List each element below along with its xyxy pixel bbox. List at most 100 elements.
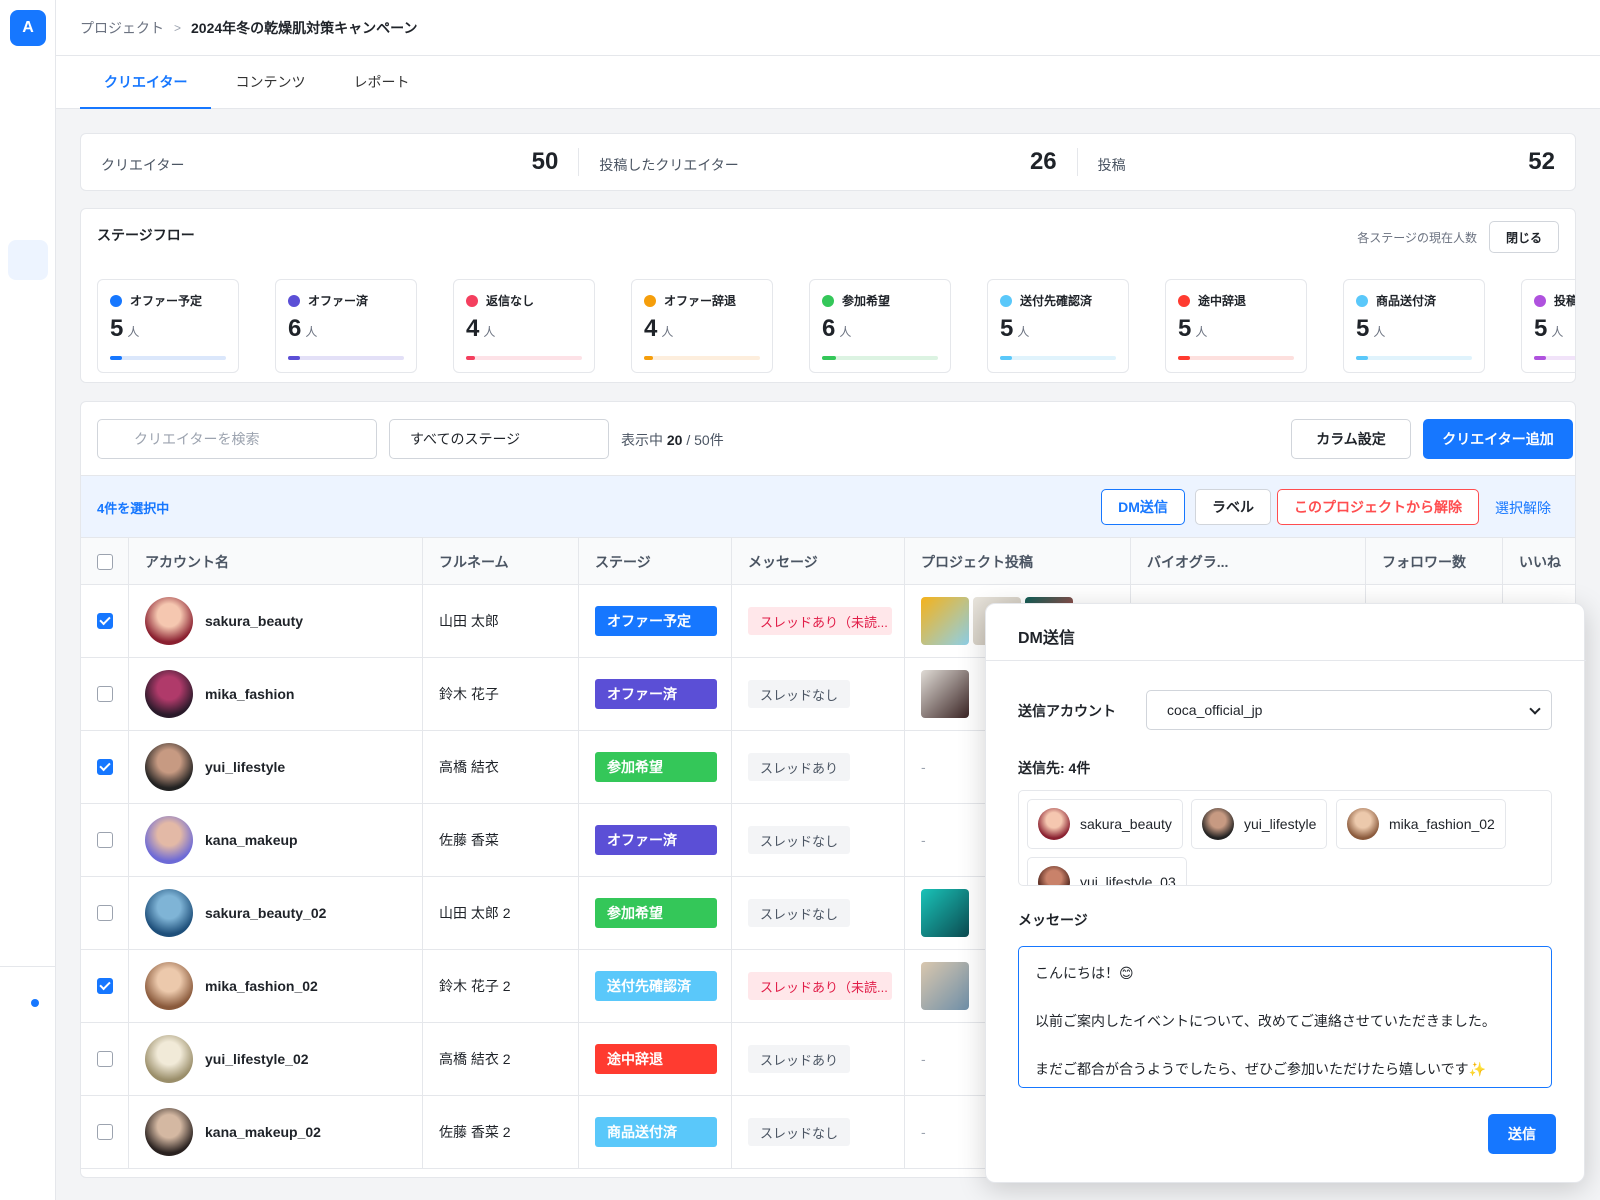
stage-badge[interactable]: 参加希望 (595, 898, 717, 928)
avatar[interactable] (145, 1108, 193, 1156)
post-thumbnail[interactable] (921, 597, 969, 645)
close-stage-flow-button[interactable]: 閉じる (1489, 221, 1559, 253)
sidebar-active-item[interactable] (8, 240, 48, 280)
clear-selection-link[interactable]: 選択解除 (1495, 498, 1551, 518)
avatar[interactable] (145, 670, 193, 718)
stat-value: 52 (1528, 148, 1555, 175)
stage-card-count: 4人 (466, 315, 582, 343)
label-button[interactable]: ラベル (1195, 489, 1271, 525)
tab-report[interactable]: レポート (329, 56, 433, 109)
send-account-label: 送信アカウント (1018, 703, 1116, 719)
stage-card[interactable]: 送付先確認済 5 人 (987, 279, 1129, 373)
column-header[interactable]: フォロワー数 (1366, 538, 1503, 586)
stage-card[interactable]: 商品送付済 5 人 (1343, 279, 1485, 373)
account-name[interactable]: sakura_beauty_02 (205, 905, 326, 921)
send-button[interactable]: 送信 (1488, 1114, 1556, 1154)
avatar[interactable] (145, 816, 193, 864)
account-name[interactable]: kana_makeup_02 (205, 1124, 321, 1140)
column-header[interactable]: アカウント名 (129, 538, 423, 586)
row-checkbox[interactable] (97, 1124, 113, 1140)
message-status-badge[interactable]: スレッドなし (748, 826, 851, 854)
column-header[interactable]: プロジェクト投稿 (905, 538, 1131, 586)
stage-count-value: 5 (1000, 315, 1014, 342)
stage-progress-track (1356, 356, 1472, 360)
message-status-badge[interactable]: スレッドあり（未読... (748, 972, 892, 1000)
stage-badge[interactable]: 送付先確認済 (595, 971, 717, 1001)
recipient-chip[interactable]: sakura_beauty (1027, 799, 1183, 849)
row-checkbox[interactable] (97, 832, 113, 848)
stage-card[interactable]: オファー済 6 人 (275, 279, 417, 373)
stage-card[interactable]: オファー予定 5 人 (97, 279, 239, 373)
account-name[interactable]: sakura_beauty (205, 613, 303, 629)
stage-card[interactable]: 参加希望 6 人 (809, 279, 951, 373)
post-thumbnail[interactable] (921, 670, 969, 718)
message-status-badge[interactable]: スレッドなし (748, 680, 851, 708)
breadcrumb-parent[interactable]: プロジェクト (80, 18, 164, 38)
stage-count-unit: 人 (661, 325, 674, 339)
send-dm-button[interactable]: DM送信 (1101, 489, 1185, 525)
no-posts: - (921, 832, 926, 848)
stage-badge[interactable]: オファー済 (595, 825, 717, 855)
tab-contents[interactable]: コンテンツ (211, 56, 329, 109)
stage-count-value: 5 (1178, 315, 1192, 342)
column-header[interactable]: ステージ (579, 538, 732, 586)
avatar[interactable] (145, 743, 193, 791)
account-name[interactable]: yui_lifestyle_02 (205, 1051, 309, 1067)
stage-badge[interactable]: オファー済 (595, 679, 717, 709)
stat-value: 26 (1029, 148, 1057, 175)
send-account-select[interactable]: coca_official_jp (1146, 690, 1552, 730)
column-settings-button[interactable]: カラム設定 (1291, 419, 1411, 459)
row-checkbox[interactable] (97, 759, 113, 775)
row-checkbox[interactable] (97, 613, 113, 629)
avatar[interactable] (145, 889, 193, 937)
stage-badge[interactable]: オファー予定 (595, 606, 717, 636)
select-all-checkbox[interactable] (97, 554, 113, 570)
stage-card[interactable]: 返信なし 4 人 (453, 279, 595, 373)
account-name[interactable]: mika_fashion_02 (205, 978, 318, 994)
avatar[interactable] (145, 1035, 193, 1083)
post-thumbnail[interactable] (921, 889, 969, 937)
row-checkbox[interactable] (97, 905, 113, 921)
account-name[interactable]: yui_lifestyle (205, 759, 285, 775)
stage-progress-track (1000, 356, 1116, 360)
creator-search-input[interactable]: クリエイターを検索 (97, 419, 377, 459)
sidebar: A (0, 0, 56, 1200)
avatar[interactable] (145, 597, 193, 645)
stage-badge[interactable]: 参加希望 (595, 752, 717, 782)
account-name[interactable]: mika_fashion (205, 686, 294, 702)
recipient-chip[interactable]: mika_fashion_02 (1336, 799, 1506, 849)
account-name[interactable]: kana_makeup (205, 832, 298, 848)
stage-filter-select[interactable]: すべてのステージ (389, 419, 609, 459)
account-cell: mika_fashion (129, 658, 423, 730)
row-checkbox[interactable] (97, 1051, 113, 1067)
full-name: 高橋 結衣 2 (439, 1051, 511, 1067)
stage-badge[interactable]: 途中辞退 (595, 1044, 717, 1074)
message-status-badge[interactable]: スレッドあり（未読... (748, 607, 892, 635)
stage-badge[interactable]: 商品送付済 (595, 1117, 717, 1147)
column-header[interactable]: メッセージ (732, 538, 905, 586)
stage-card-header: 返信なし (466, 292, 582, 309)
row-checkbox[interactable] (97, 978, 113, 994)
remove-from-project-button[interactable]: このプロジェクトから解除 (1277, 489, 1479, 525)
message-status-badge[interactable]: スレッドあり (748, 753, 851, 781)
recipient-chip[interactable]: yui_lifestyle_03 (1027, 857, 1187, 885)
stage-card[interactable]: 途中辞退 5 人 (1165, 279, 1307, 373)
row-checkbox[interactable] (97, 686, 113, 702)
stage-card[interactable]: オファー辞退 4 人 (631, 279, 773, 373)
avatar[interactable] (145, 962, 193, 1010)
stage-flow-card: ステージフロー 各ステージの現在人数 閉じる オファー予定 5 人オファー済 6 人返信… (80, 208, 1576, 383)
app-logo[interactable]: A (10, 10, 46, 46)
message-textarea[interactable]: こんにちは！😊 以前ご案内したイベントについて、改めてご連絡させていただきました。… (1018, 946, 1552, 1088)
post-thumbnail[interactable] (921, 962, 969, 1010)
recipient-chip[interactable]: yui_lifestyle (1191, 799, 1328, 849)
message-status-badge[interactable]: スレッドなし (748, 1118, 851, 1146)
stat-label: 投稿 (1097, 157, 1126, 173)
stage-card[interactable]: 投稿 5 人 (1521, 279, 1575, 373)
message-status-badge[interactable]: スレッドあり (748, 1045, 851, 1073)
add-creator-button[interactable]: クリエイター追加 (1423, 419, 1573, 459)
tab-creators[interactable]: クリエイター (80, 56, 212, 109)
column-header[interactable]: バイオグラ... (1131, 538, 1366, 586)
column-header[interactable]: フルネーム (423, 538, 579, 586)
column-header[interactable]: いいね (1503, 538, 1575, 586)
message-status-badge[interactable]: スレッドなし (748, 899, 851, 927)
